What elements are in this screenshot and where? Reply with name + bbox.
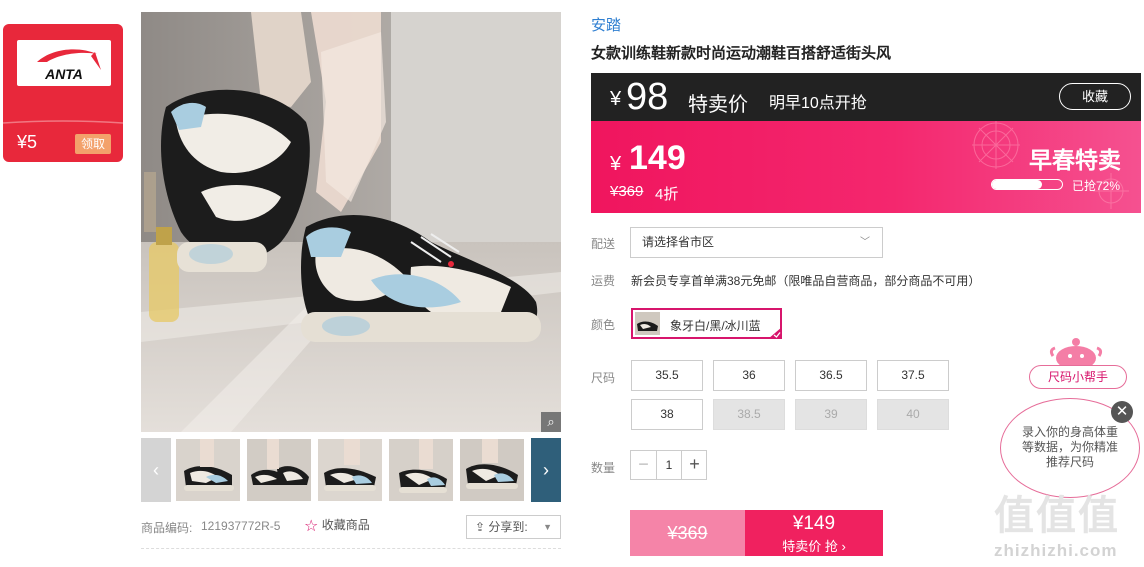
buy-original-price: ¥369	[667, 523, 708, 543]
watermark-logo: 值值值	[994, 494, 1120, 538]
quantity-increase-button[interactable]: +	[682, 451, 707, 479]
anta-logo: ANTA	[17, 40, 111, 86]
size-option: 38.5	[713, 399, 785, 430]
favorite-label: 收藏商品	[321, 518, 370, 532]
close-icon[interactable]: ✕	[1111, 401, 1133, 423]
product-meta-row: 商品编码: 121937772R-5 ☆ 收藏商品 ⇪ 分享到: ▼	[141, 515, 561, 539]
sold-progress-text: 已抢72%	[1072, 179, 1121, 193]
region-select-value: 请选择省市区	[642, 235, 715, 249]
share-icon: ⇪	[475, 520, 486, 534]
main-product-image[interactable]: ⌕	[141, 12, 561, 432]
size-option[interactable]: 37.5	[877, 360, 949, 391]
chevron-down-icon: ﹀	[860, 237, 870, 248]
preview-price-label: 特卖价	[688, 94, 748, 116]
original-price: ¥369	[610, 183, 644, 200]
anta-logo-text: ANTA	[44, 66, 83, 82]
magnifier-icon[interactable]: ⌕	[541, 412, 561, 432]
quantity-input[interactable]	[656, 451, 682, 479]
chevron-right-icon[interactable]: ›	[531, 438, 561, 502]
quantity-stepper[interactable]: − +	[630, 450, 707, 480]
thumbnail[interactable]	[176, 439, 240, 501]
size-option[interactable]: 35.5	[631, 360, 703, 391]
star-icon: ☆	[304, 518, 319, 535]
sold-progress-fill	[992, 180, 1043, 189]
region-select[interactable]: 请选择省市区 ﹀	[630, 227, 883, 258]
coupon-divider	[3, 120, 123, 124]
watermark: 值值值 zhizhizhi.com	[994, 493, 1142, 561]
preview-price: 98	[626, 76, 669, 118]
preview-price-bar: ¥ 98 特卖价 明早10点开抢 收藏	[591, 73, 1141, 121]
color-option-selected[interactable]: 象牙白/黑/冰川蓝	[631, 308, 782, 339]
buy-now-button[interactable]: ¥149 特卖价 抢 ›	[745, 510, 883, 556]
delivery-label: 配送	[591, 237, 616, 251]
sale-start-time: 明早10点开抢	[769, 95, 867, 112]
color-label: 颜色	[591, 318, 616, 332]
size-helper-button[interactable]: 尺码小帮手	[1029, 365, 1127, 389]
preview-currency: ¥	[610, 88, 622, 110]
thumbnail[interactable]	[460, 439, 524, 501]
size-label: 尺码	[591, 371, 616, 385]
store-coupon-card[interactable]: ANTA ¥5 领取	[3, 24, 123, 162]
quantity-decrease-button[interactable]: −	[631, 451, 656, 479]
thumbnail[interactable]	[389, 439, 453, 501]
size-option[interactable]: 36	[713, 360, 785, 391]
share-label: 分享到:	[488, 520, 528, 534]
promo-name: 早春特卖	[1029, 147, 1121, 173]
caret-down-icon: ▼	[543, 522, 552, 532]
favorite-product-link[interactable]: ☆ 收藏商品	[304, 516, 370, 536]
check-icon	[768, 327, 782, 339]
color-option-label: 象牙白/黑/冰川蓝	[670, 319, 761, 333]
collect-button[interactable]: 收藏	[1059, 83, 1131, 110]
sku-label: 商品编码:	[141, 521, 193, 535]
size-option[interactable]: 38	[631, 399, 703, 430]
thumbnail[interactable]	[318, 439, 382, 501]
size-option: 39	[795, 399, 867, 430]
size-option: 40	[877, 399, 949, 430]
promo-price-banner: ¥ 149 ¥369 4折 早春特卖 已抢72%	[591, 121, 1141, 213]
promo-currency: ¥	[610, 153, 622, 175]
promo-price: 149	[629, 139, 686, 177]
original-price-button[interactable]: ¥369	[630, 510, 745, 556]
claim-coupon-button[interactable]: 领取	[75, 134, 111, 154]
size-option[interactable]: 36.5	[795, 360, 867, 391]
size-helper-text: 录入你的身高体重等数据，为你精准推荐尺码	[1021, 425, 1118, 469]
discount-badge: 4折	[655, 186, 679, 203]
shipping-label: 运费	[591, 274, 616, 288]
watermark-url: zhizhizhi.com	[994, 541, 1118, 560]
share-dropdown[interactable]: ⇪ 分享到: ▼	[466, 515, 561, 539]
color-swatch-image	[635, 312, 660, 335]
chevron-left-icon[interactable]: ‹	[141, 438, 171, 502]
sku-value: 121937772R-5	[201, 519, 281, 533]
buy-price: ¥149	[792, 513, 836, 534]
buy-action-label: 特卖价 抢 ›	[782, 539, 846, 554]
product-title: 女款训练鞋新款时尚运动潮鞋百搭舒适街头风	[591, 45, 892, 62]
thumbnail-strip: ‹ ›	[141, 438, 561, 502]
quantity-label: 数量	[591, 461, 616, 475]
thumbnail[interactable]	[247, 439, 311, 501]
coupon-amount: ¥5	[17, 132, 38, 152]
divider	[141, 548, 561, 549]
brand-link[interactable]: 安踏	[591, 14, 621, 35]
shipping-info: 新会员专享首单满38元免邮（限唯品自营商品，部分商品不可用）	[631, 274, 981, 288]
sold-progress-bar	[991, 179, 1063, 190]
